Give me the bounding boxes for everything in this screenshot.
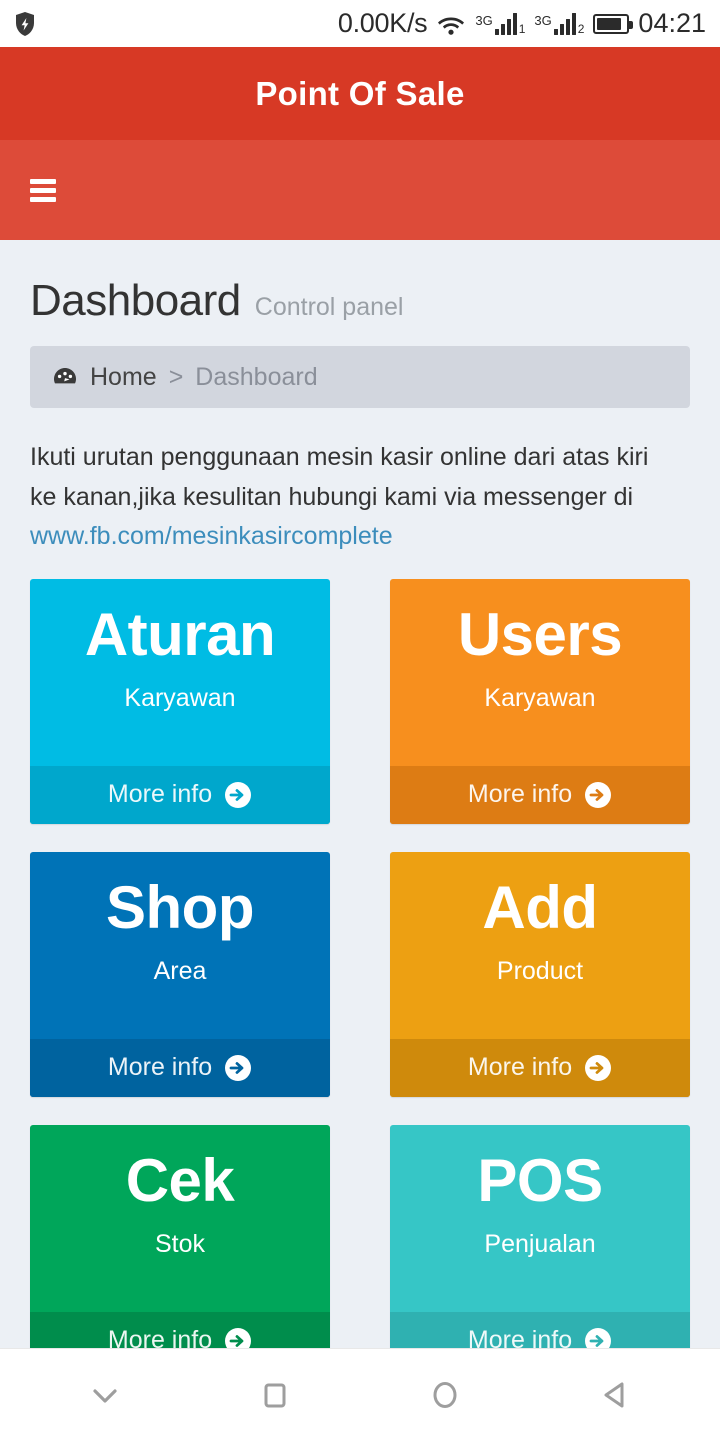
card-more-info-label: More info <box>107 1053 213 1081</box>
intro-paragraph: Ikuti urutan penggunaan mesin kasir onli… <box>30 438 670 557</box>
wifi-icon <box>436 12 466 36</box>
status-bar: 0.00K/s 3G 1 3G 2 04:21 <box>0 0 720 47</box>
card-body: Cek Stok <box>30 1125 330 1312</box>
card-title: Shop <box>106 873 254 941</box>
arrow-circle-right-icon <box>224 1054 252 1082</box>
card-subtitle: Stok <box>154 1229 206 1258</box>
dashboard-card[interactable]: Add Product More info <box>390 851 690 1097</box>
card-more-info-button[interactable]: More info <box>30 765 330 824</box>
page-title: Dashboard <box>30 276 241 325</box>
facebook-link[interactable]: www.fb.com/mesinkasircomplete <box>30 522 393 550</box>
arrow-circle-right-icon <box>224 781 252 809</box>
sim2-signal-icon: 3G 2 <box>534 12 585 36</box>
sim1-signal-icon: 3G 1 <box>475 12 526 36</box>
phone-screen: 0.00K/s 3G 1 3G 2 04:21 Point Of Sale Da… <box>0 0 720 1440</box>
dashboard-card[interactable]: Cek Stok More info <box>30 1124 330 1348</box>
hamburger-menu-icon[interactable] <box>30 178 56 202</box>
status-bar-right: 0.00K/s 3G 1 3G 2 04:21 <box>338 8 706 39</box>
network-speed-text: 0.00K/s <box>337 8 428 38</box>
card-title: Users <box>457 600 623 668</box>
card-subtitle: Product <box>496 956 584 985</box>
card-subtitle: Penjualan <box>484 1229 596 1258</box>
card-more-info-label: More info <box>107 1326 213 1348</box>
card-more-info-button[interactable]: More info <box>30 1038 330 1097</box>
arrow-circle-right-icon <box>584 781 612 809</box>
card-more-info-button[interactable]: More info <box>390 1311 690 1348</box>
breadcrumb-current: Dashboard <box>195 362 318 391</box>
dashboard-card[interactable]: Shop Area More info <box>30 851 330 1097</box>
card-subtitle: Karyawan <box>124 683 236 712</box>
card-body: POS Penjualan <box>390 1125 690 1312</box>
sim2-network-label: 3G <box>534 12 552 28</box>
breadcrumb-home-link[interactable]: Home <box>90 363 157 392</box>
breadcrumb-separator: > <box>168 362 184 391</box>
card-more-info-label: More info <box>467 780 573 808</box>
card-more-info-label: More info <box>467 1326 573 1348</box>
card-body: Add Product <box>390 852 690 1039</box>
battery-icon <box>593 13 634 34</box>
sim1-index-label: 1 <box>518 21 526 36</box>
app-navbar <box>0 140 720 240</box>
card-more-info-label: More info <box>107 780 213 808</box>
card-title: Cek <box>125 1146 235 1214</box>
dashboard-card[interactable]: Aturan Karyawan More info <box>30 578 330 824</box>
card-more-info-button[interactable]: More info <box>390 1038 690 1097</box>
status-bar-clock: 04:21 <box>638 8 706 38</box>
sim1-network-label: 3G <box>475 12 493 28</box>
breadcrumb: Home > Dashboard <box>30 346 690 408</box>
arrow-circle-right-icon <box>584 1327 612 1348</box>
page-subtitle: Control panel <box>254 293 404 321</box>
app-header: Point Of Sale <box>0 47 720 140</box>
card-body: Aturan Karyawan <box>30 579 330 766</box>
hide-keyboard-icon[interactable] <box>85 1375 125 1415</box>
status-bar-left <box>14 11 36 37</box>
recents-icon[interactable] <box>255 1375 295 1415</box>
card-more-info-button[interactable]: More info <box>390 765 690 824</box>
card-body: Users Karyawan <box>390 579 690 766</box>
dashboard-card[interactable]: Users Karyawan More info <box>390 578 690 824</box>
page-content: Dashboard Control panel Home > Dashboard… <box>0 240 720 1348</box>
dashboard-card[interactable]: POS Penjualan More info <box>390 1124 690 1348</box>
sim2-bars <box>553 12 576 35</box>
page-header: Dashboard Control panel <box>30 240 690 326</box>
intro-text: Ikuti urutan penggunaan mesin kasir onli… <box>30 443 649 511</box>
tachometer-icon <box>52 364 78 390</box>
card-body: Shop Area <box>30 852 330 1039</box>
card-subtitle: Karyawan <box>484 683 596 712</box>
home-icon[interactable] <box>425 1375 465 1415</box>
card-title: Add <box>482 873 598 941</box>
card-subtitle: Area <box>153 956 207 985</box>
card-title: Aturan <box>84 600 276 668</box>
back-icon[interactable] <box>595 1375 635 1415</box>
sim1-bars <box>494 12 517 35</box>
shield-icon <box>14 11 36 37</box>
card-title: POS <box>477 1146 603 1214</box>
sim2-index-label: 2 <box>577 21 585 36</box>
arrow-circle-right-icon <box>224 1327 252 1348</box>
app-title: Point Of Sale <box>255 74 465 112</box>
android-nav-bar <box>0 1348 720 1440</box>
card-more-info-label: More info <box>467 1053 573 1081</box>
dashboard-card-grid: Aturan Karyawan More info Users Karyawan More… <box>30 578 690 1348</box>
arrow-circle-right-icon <box>584 1054 612 1082</box>
card-more-info-button[interactable]: More info <box>30 1311 330 1348</box>
